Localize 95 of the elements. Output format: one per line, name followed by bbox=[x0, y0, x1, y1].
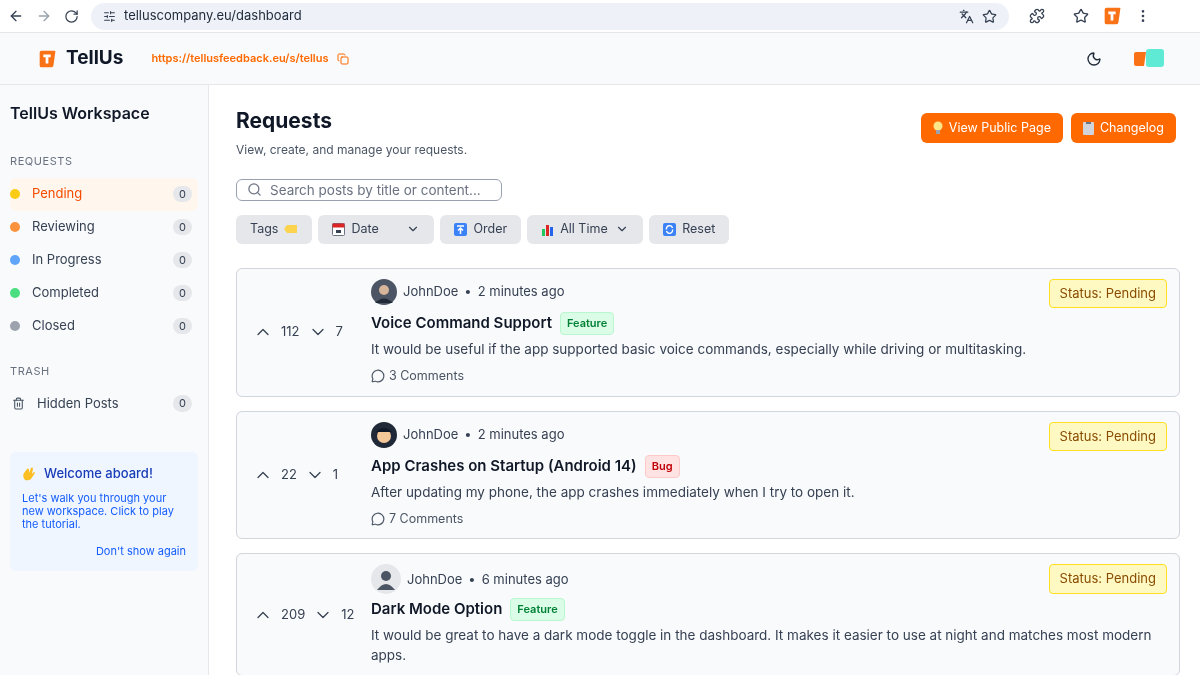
separator: • bbox=[464, 282, 472, 301]
dismiss-link[interactable]: Don't show again bbox=[95, 542, 186, 559]
comment-icon bbox=[371, 511, 385, 526]
filter-label: Reset bbox=[682, 219, 716, 238]
comment-icon bbox=[371, 369, 385, 384]
filter-label: Date bbox=[351, 219, 379, 238]
brand-name: TellUs bbox=[66, 45, 124, 72]
address-bar[interactable]: telluscompany.eu/dashboard bbox=[91, 2, 1009, 30]
filter-button[interactable]: Order bbox=[440, 214, 522, 244]
filter-button[interactable]: Date bbox=[318, 214, 435, 244]
post-tag: Bug bbox=[644, 455, 680, 478]
favorites-icon[interactable] bbox=[1073, 8, 1089, 24]
post-title[interactable]: Dark Mode Option bbox=[371, 598, 503, 621]
author-name: JohnDoe bbox=[403, 424, 459, 444]
dark-mode-icon[interactable] bbox=[1086, 50, 1102, 67]
welcome-text: Let's walk you through your new workspace. Click to play the tutorial. bbox=[22, 491, 175, 531]
upvote-count: 209 bbox=[281, 604, 306, 624]
bar-chart-icon bbox=[541, 222, 555, 236]
sidebar-item[interactable]: Completed 0 bbox=[10, 276, 198, 310]
filter-button[interactable]: Reset bbox=[649, 214, 730, 244]
post-title[interactable]: Voice Command Support bbox=[371, 312, 552, 335]
item-label: In Progress bbox=[32, 250, 103, 270]
tag-icon bbox=[284, 224, 299, 235]
filter-label: All Time bbox=[560, 219, 608, 238]
item-count: 0 bbox=[173, 218, 192, 236]
section-heading: REQUESTS bbox=[10, 153, 74, 170]
calendar-icon bbox=[332, 222, 346, 236]
upvote-count: 112 bbox=[281, 322, 300, 342]
downvote-count: 7 bbox=[335, 322, 343, 342]
comments-link[interactable]: 3 Comments bbox=[371, 366, 464, 386]
translate-icon[interactable] bbox=[959, 8, 974, 24]
downvote-count: 12 bbox=[341, 604, 355, 624]
status-label: Status: Pending bbox=[1048, 564, 1167, 594]
filter-button[interactable]: Tags bbox=[236, 214, 313, 244]
search-field[interactable]: Search posts by title or content... bbox=[236, 178, 502, 201]
comments-link[interactable]: 7 Comments bbox=[371, 509, 464, 529]
item-count: 0 bbox=[173, 185, 192, 203]
separator: • bbox=[464, 424, 472, 444]
sidebar-item[interactable]: Reviewing 0 bbox=[10, 210, 198, 244]
arrow-up-icon bbox=[454, 222, 468, 236]
site-info-icon[interactable] bbox=[103, 9, 116, 23]
filter-label: Order bbox=[473, 219, 508, 238]
author-name: JohnDoe bbox=[403, 282, 459, 301]
back-icon[interactable] bbox=[8, 8, 24, 24]
post-body: It would be useful if the app supported basic voice commands, especially while driving or multitasking. bbox=[371, 339, 1028, 359]
avatar bbox=[371, 421, 397, 448]
reload-icon[interactable] bbox=[64, 8, 79, 24]
welcome-title: Welcome aboard! bbox=[44, 464, 153, 483]
search-icon bbox=[247, 182, 262, 198]
sidebar-item[interactable]: In Progress 0 bbox=[10, 243, 198, 277]
lightbulb-icon bbox=[932, 121, 943, 135]
post-tag: Feature bbox=[559, 312, 615, 335]
workspace-title: TellUs Workspace bbox=[10, 102, 151, 125]
status-label: Status: Pending bbox=[1048, 278, 1167, 309]
section-heading: TRASH bbox=[10, 362, 51, 379]
search-input[interactable]: Search posts by title or content... bbox=[270, 179, 491, 200]
sidebar-item[interactable]: Hidden Posts 0 bbox=[10, 387, 198, 420]
url-text: telluscompany.eu/dashboard bbox=[124, 6, 303, 26]
filter-button[interactable]: All Time bbox=[527, 214, 644, 244]
item-label: Pending bbox=[32, 184, 84, 204]
clipboard-icon bbox=[1082, 121, 1094, 135]
post-title[interactable]: App Crashes on Startup (Android 14) bbox=[371, 455, 637, 478]
post-time: 2 minutes ago bbox=[477, 424, 565, 444]
welcome-card[interactable]: Welcome aboard! Let's walk you through your new workspace. Click to play the tutorial. Don't show again bbox=[10, 452, 198, 571]
page-subtitle: View, create, and manage your requests. bbox=[236, 140, 468, 159]
refresh-icon bbox=[663, 222, 677, 236]
item-label: Closed bbox=[32, 316, 76, 336]
downvote-count: 1 bbox=[332, 465, 339, 485]
item-count: 0 bbox=[173, 395, 192, 412]
item-label: Reviewing bbox=[32, 217, 96, 237]
page-title: Requests bbox=[236, 107, 333, 135]
waving-hand-icon bbox=[22, 466, 36, 481]
author-name: JohnDoe bbox=[407, 569, 463, 589]
user-avatar[interactable] bbox=[1134, 47, 1164, 70]
post-time: 6 minutes ago bbox=[481, 569, 569, 589]
item-label: Completed bbox=[32, 283, 101, 303]
post-tag: Feature bbox=[510, 598, 565, 621]
sidebar-item[interactable]: Closed 0 bbox=[10, 309, 198, 343]
status-label: Status: Pending bbox=[1048, 421, 1167, 451]
avatar bbox=[371, 564, 401, 595]
item-count: 0 bbox=[173, 317, 192, 335]
item-count: 0 bbox=[173, 284, 192, 302]
bookmark-icon[interactable] bbox=[982, 8, 997, 24]
post-body: It would be great to have a dark mode toggle in the dashboard. It makes it easier to use at night and matches most modern apps. bbox=[371, 625, 1153, 665]
trash-icon bbox=[12, 397, 25, 410]
post-time: 2 minutes ago bbox=[477, 282, 565, 301]
separator: • bbox=[468, 569, 476, 589]
extensions-icon[interactable] bbox=[1029, 8, 1045, 24]
post-body: After updating my phone, the app crashes immediately when I try to open it. bbox=[371, 482, 856, 502]
item-count: 0 bbox=[173, 251, 192, 269]
item-label: Hidden Posts bbox=[37, 393, 120, 413]
filter-label: Tags bbox=[250, 219, 279, 238]
sidebar-item[interactable]: Pending 0 bbox=[10, 177, 198, 211]
avatar bbox=[371, 278, 397, 305]
upvote-count: 22 bbox=[281, 465, 297, 485]
